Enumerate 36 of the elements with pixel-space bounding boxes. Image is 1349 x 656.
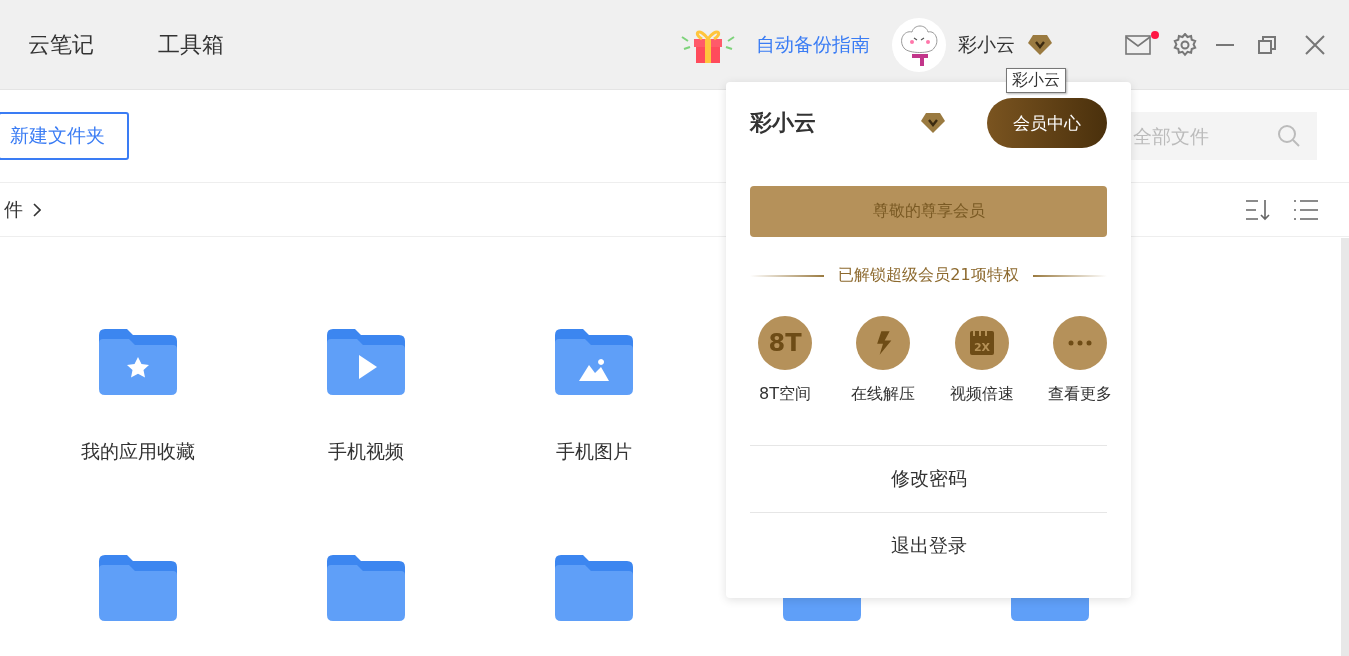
menu-item[interactable]: 退出登录 [750, 512, 1107, 579]
breadcrumb-item[interactable]: 件 [4, 196, 23, 223]
new-folder-button[interactable]: 新建文件夹 [0, 112, 129, 160]
menu-item[interactable]: 修改密码 [750, 445, 1107, 512]
member-center-button[interactable]: 会员中心 [987, 98, 1107, 148]
more-icon[interactable] [1053, 316, 1107, 370]
folder-name: 手机视频 [328, 439, 404, 464]
settings-icon[interactable] [1173, 32, 1197, 57]
feature-label: 在线解压 [851, 384, 916, 405]
nav-tab[interactable]: 工具箱 [158, 29, 224, 60]
avatar-icon[interactable] [892, 17, 946, 72]
restore-icon[interactable] [1257, 34, 1277, 55]
image-folder-icon[interactable] [555, 329, 633, 395]
folder-icon[interactable] [99, 555, 177, 621]
folder-icon[interactable] [327, 555, 405, 621]
close-icon[interactable] [1305, 34, 1325, 55]
chevron-right-icon [33, 202, 41, 217]
mail-icon[interactable] [1125, 34, 1151, 55]
video-folder-icon[interactable] [327, 329, 405, 395]
vip-badge-icon [1027, 33, 1053, 56]
tooltip: 彩小云 [1006, 68, 1066, 93]
list-view-icon[interactable] [1293, 197, 1319, 222]
unzip-icon[interactable] [856, 316, 911, 370]
feature-label: 查看更多 [1048, 384, 1112, 405]
folder-icon[interactable] [555, 555, 633, 621]
feature-label: 8T空间 [759, 384, 811, 405]
sort-icon[interactable] [1245, 197, 1271, 222]
star-folder-icon[interactable] [99, 329, 177, 395]
vip-badge-icon [920, 112, 946, 134]
feature-label: 视频倍速 [949, 384, 1014, 405]
privileges-title: 已解锁超级会员21项特权 [838, 265, 1019, 286]
folder-name: 我的应用收藏 [81, 439, 195, 464]
folder-name: 手机图片 [556, 439, 632, 464]
nav-tab[interactable]: 云笔记 [28, 29, 94, 60]
user-name[interactable]: 彩小云 [958, 31, 1015, 58]
user-name: 彩小云 [750, 109, 817, 137]
